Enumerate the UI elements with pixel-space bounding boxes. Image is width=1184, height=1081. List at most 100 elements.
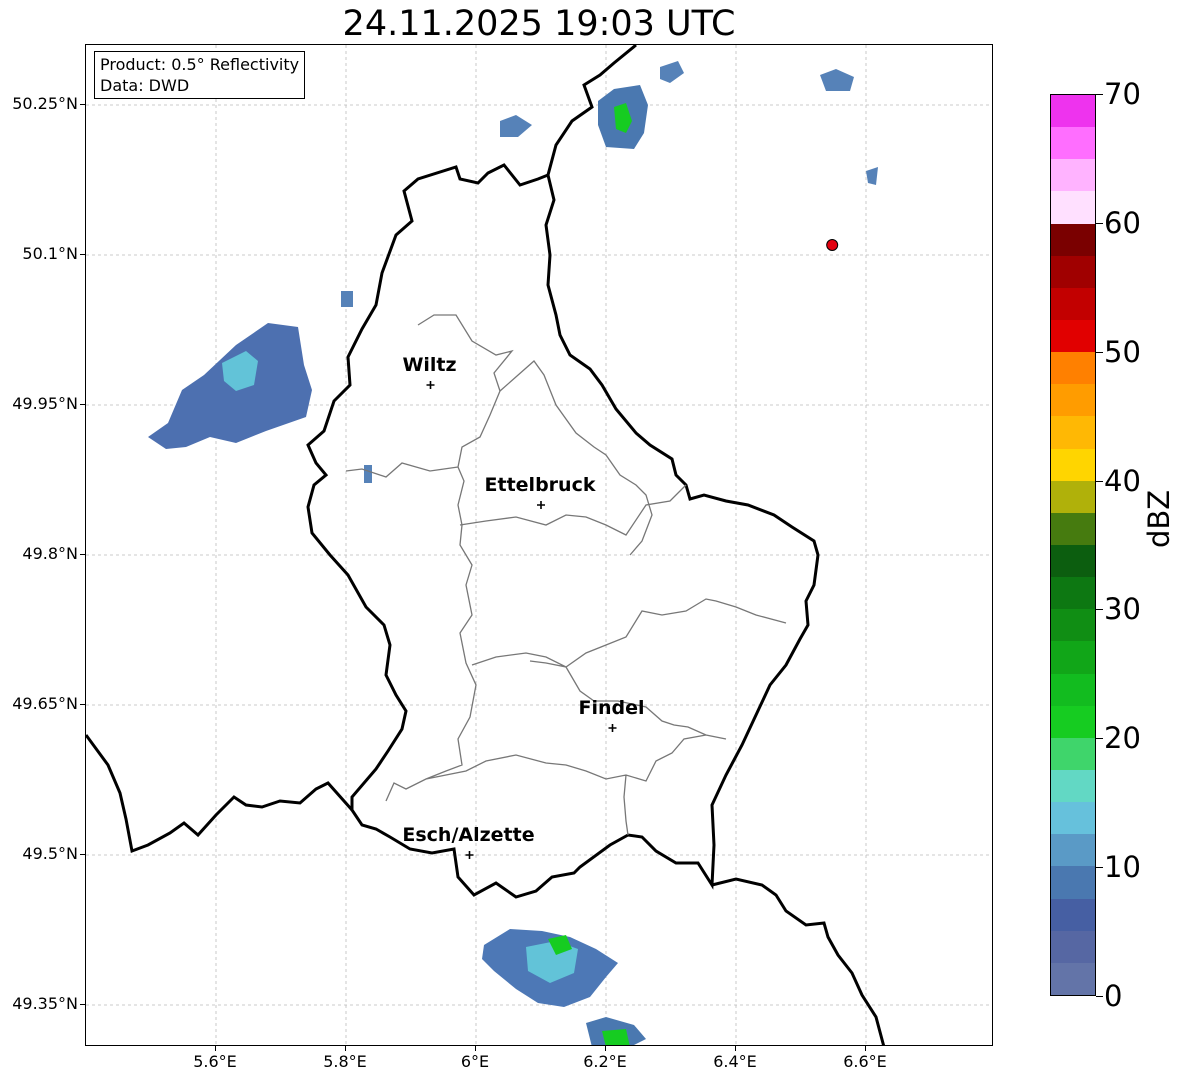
colorbar-tick [1096,996,1103,997]
lon-tick [605,1046,606,1051]
lon-tick [215,1046,216,1051]
echo-fragment [660,61,684,83]
colorbar-segment [1051,320,1095,353]
echo-fragment [866,167,878,185]
country-border-east [711,877,886,1045]
lat-tick [80,104,85,105]
colorbar-segment [1051,866,1095,899]
colorbar-segment [1051,737,1095,771]
colorbar-tick-label: 30 [1104,592,1141,627]
colorbar-tick [1096,222,1103,224]
lat-tick [80,704,85,705]
radar-map[interactable] [85,44,993,1046]
lon-tick-label: 6.4°E [713,1052,757,1071]
colorbar-segment [1051,802,1095,835]
colorbar-segment [1051,255,1095,288]
radar-site-marker [826,239,839,251]
colorbar-segment [1051,352,1095,385]
colorbar-segment [1051,448,1095,481]
colorbar-tick [1096,867,1103,869]
lon-tick-label: 5.8°E [323,1052,367,1071]
lon-tick-label: 6°E [460,1052,490,1071]
lat-tick-label: 49.95°N [12,394,78,413]
lon-tick [735,1046,736,1051]
colorbar [1050,94,1096,996]
lat-tick-label: 49.35°N [12,994,78,1013]
colorbar-tick-label: 10 [1104,850,1141,885]
lon-tick-label: 6.6°E [843,1052,887,1071]
echo-fragment [820,69,854,91]
precipitation-echoes [148,61,878,1045]
colorbar-segment [1051,127,1095,160]
colorbar-segment [1051,673,1095,706]
map-title: 24.11.2025 19:03 UTC [342,4,736,44]
colorbar-segment [1051,480,1095,513]
colorbar-segment [1051,416,1095,449]
colorbar-segment [1051,577,1095,610]
colorbar-segment [1051,962,1095,995]
echo-fragment [364,465,372,483]
city-marker [426,381,435,389]
colorbar-segment [1051,191,1095,224]
echo-fragment [341,291,353,307]
colorbar-segment [1051,641,1095,674]
city-label: Esch/Alzette [402,824,535,846]
colorbar-unit-label: dBZ [1142,489,1176,548]
lon-tick [345,1046,346,1051]
graticule-grid [86,45,992,1045]
colorbar-segment [1051,898,1095,931]
colorbar-tick-label: 20 [1104,721,1141,756]
colorbar-segment [1051,223,1095,256]
colorbar-tick [1096,609,1103,611]
lat-tick-label: 50.25°N [12,94,78,113]
colorbar-tick-label: 50 [1104,334,1141,369]
colorbar-segment [1051,770,1095,803]
lat-tick-label: 49.8°N [22,544,78,563]
lon-tick [475,1046,476,1051]
canton-borders [345,314,787,836]
city-label: Findel [578,697,645,719]
colorbar-segment [1051,545,1095,578]
colorbar-tick-label: 0 [1104,979,1123,1013]
colorbar-segment [1051,930,1095,963]
borders [86,45,886,1045]
colorbar-segment [1051,159,1095,192]
product-info-box: Product: 0.5° Reflectivity Data: DWD [94,51,306,99]
colorbar-tick [1096,351,1103,353]
colorbar-segment [1051,95,1095,128]
lat-tick [80,1004,85,1005]
colorbar-tick [1096,94,1103,95]
city-marker [537,501,545,509]
lon-tick-label: 5.6°E [193,1052,237,1071]
lat-tick-label: 49.65°N [12,694,78,713]
country-border-luxembourg [306,163,820,899]
city-marker [465,851,474,859]
lon-tick [865,1046,866,1051]
colorbar-segment [1051,287,1095,321]
colorbar-tick-label: 70 [1104,77,1141,111]
colorbar-tick [1096,738,1103,740]
city-label: Ettelbruck [484,474,596,496]
lat-tick [80,404,85,405]
city-markers [426,239,839,859]
map-canvas [86,45,992,1045]
lat-tick [80,854,85,855]
colorbar-segment [1051,705,1095,738]
lat-tick-label: 49.5°N [22,844,78,863]
country-border-west [86,734,354,854]
echo-fragment [500,115,532,137]
colorbar-tick-label: 40 [1104,463,1141,498]
colorbar-tick-label: 60 [1104,205,1141,240]
colorbar-segment [1051,834,1095,867]
city-marker [608,724,617,732]
colorbar-segment [1051,609,1095,642]
city-label: Wiltz [402,354,457,376]
lat-tick [80,254,85,255]
colorbar-segment [1051,384,1095,417]
lon-tick-label: 6.2°E [583,1052,627,1071]
echo-core-bottom [602,1029,630,1045]
colorbar-tick [1096,480,1103,482]
lat-tick-label: 50.1°N [22,244,78,263]
colorbar-segment [1051,512,1095,546]
product-label: Product: 0.5° Reflectivity [100,55,300,74]
